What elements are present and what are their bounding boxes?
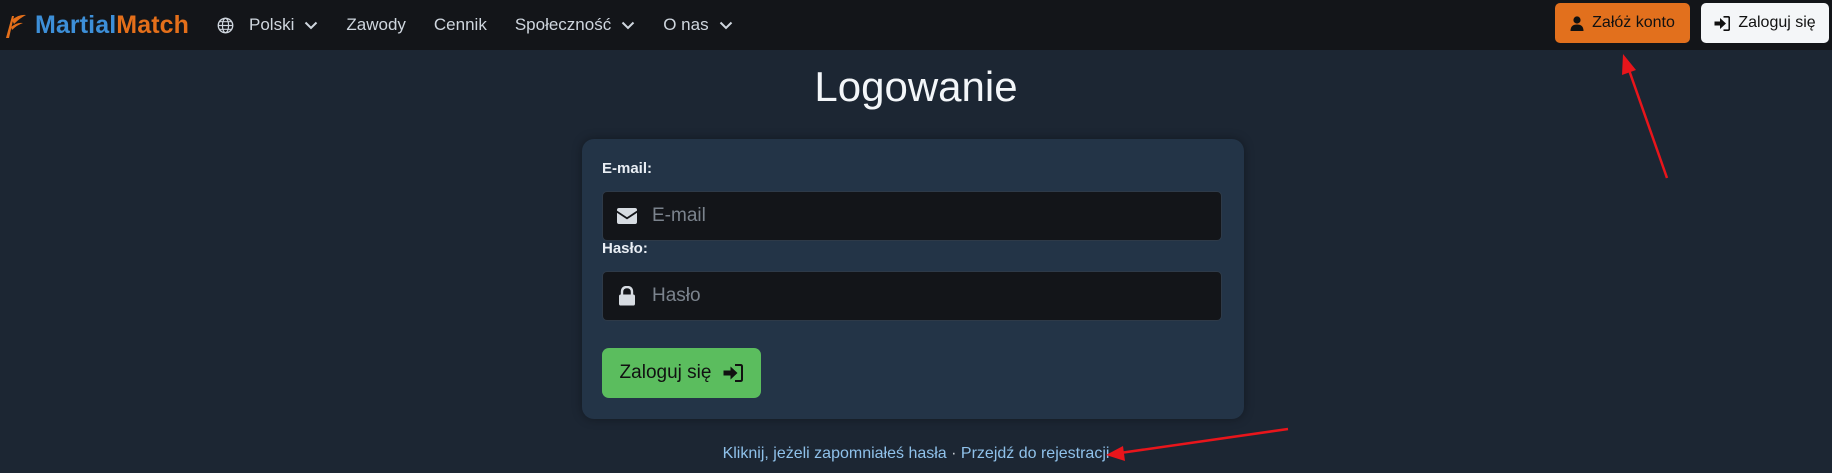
register-button[interactable]: Załóż konto <box>1555 3 1690 43</box>
nav-item-label: Zawody <box>346 15 406 34</box>
email-field[interactable] <box>650 204 1221 228</box>
go-to-registration-link[interactable]: Przejdź do rejestracji <box>961 445 1110 462</box>
nav-item-zawody[interactable]: Zawody <box>346 15 406 35</box>
language-dropdown[interactable]: Polski <box>217 15 318 35</box>
nav-links: Polski Zawody Cennik Społeczność O nas <box>217 15 761 35</box>
chevron-down-icon <box>305 21 318 29</box>
login-button-header[interactable]: Zaloguj się <box>1701 3 1829 43</box>
register-button-label: Załóż konto <box>1592 14 1675 31</box>
chevron-down-icon <box>622 21 635 29</box>
nav-item-label: Społeczność <box>514 15 612 34</box>
envelope-icon <box>617 208 637 224</box>
sign-in-icon <box>723 364 744 382</box>
login-button-header-label: Zaloguj się <box>1738 14 1816 31</box>
martialmatch-logo-icon <box>6 14 26 38</box>
nav-item-spolecznosc-dropdown[interactable]: Społeczność <box>515 15 635 35</box>
forgot-password-link[interactable]: Kliknij, jeżeli zapomniałeś hasła <box>723 445 947 462</box>
sign-in-icon <box>1714 15 1731 31</box>
lock-icon <box>619 286 635 306</box>
brand-name-part2: Match <box>116 10 190 39</box>
globe-icon <box>217 17 234 33</box>
nav-item-cennik[interactable]: Cennik <box>434 15 487 35</box>
page-title: Logowanie <box>814 63 1018 110</box>
password-input-group <box>602 271 1222 321</box>
link-separator: · <box>951 445 957 462</box>
footer-links: Kliknij, jeżeli zapomniałeś hasła · Prze… <box>0 445 1832 463</box>
brand-logo-link[interactable]: MartialMatch <box>2 10 189 40</box>
email-label: E-mail: <box>602 160 653 177</box>
language-label: Polski <box>249 15 295 34</box>
login-form-card: E-mail: Hasło: Zaloguj się <box>582 139 1244 419</box>
password-field[interactable] <box>650 284 1221 308</box>
login-submit-label: Zaloguj się <box>619 362 712 383</box>
password-label: Hasło: <box>602 240 648 257</box>
login-submit-button[interactable]: Zaloguj się <box>602 348 761 398</box>
nav-item-o-nas-dropdown[interactable]: O nas <box>663 15 732 35</box>
user-icon <box>1570 15 1584 31</box>
brand-name-part1: Martial <box>35 10 117 39</box>
nav-item-label: O nas <box>663 15 709 34</box>
brand-name: MartialMatch <box>35 11 189 40</box>
email-input-group <box>602 191 1222 241</box>
chevron-down-icon <box>719 21 732 29</box>
nav-item-label: Cennik <box>433 15 487 34</box>
navbar: MartialMatch Polski Zawody Cennik Społec… <box>0 0 1832 50</box>
